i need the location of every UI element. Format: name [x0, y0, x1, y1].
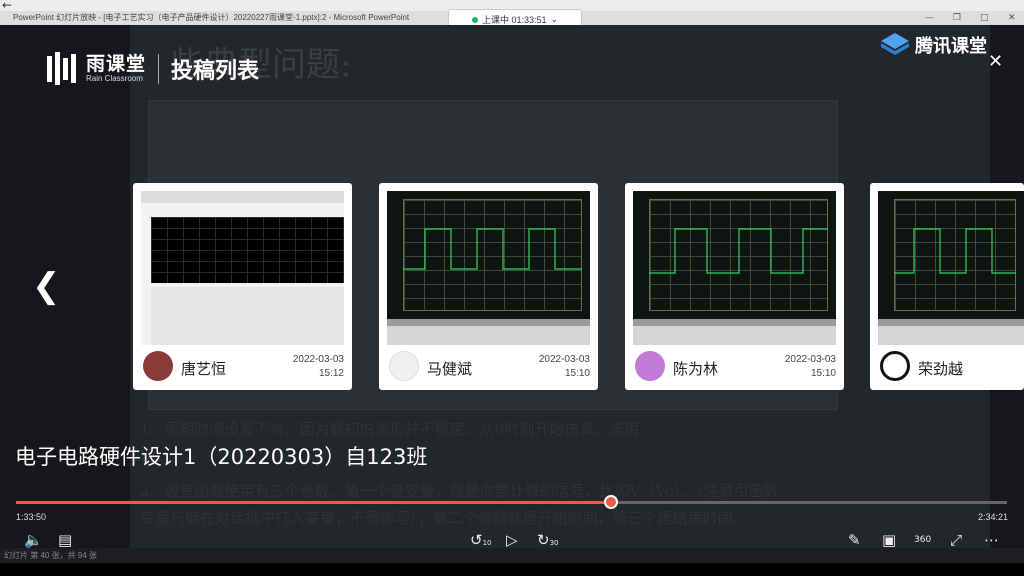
partner-name: 腾讯课堂	[915, 36, 987, 57]
progress-knob[interactable]	[603, 495, 618, 509]
prev-arrow-icon[interactable]: ❮	[32, 266, 61, 306]
slide-text-line: 2、设置函数使用有三个参数，第一个是变量，就是你要计算的信号，比如V（Vo），（…	[140, 482, 779, 500]
live-dot-icon	[471, 16, 478, 23]
submission-time: 15:12	[318, 368, 344, 379]
close-window-icon[interactable]: ✕	[1008, 13, 1016, 23]
divider	[158, 53, 160, 84]
submission-thumbnail	[387, 191, 590, 345]
submission-time: 15:10	[810, 368, 836, 379]
submission-thumbnail	[633, 191, 836, 345]
current-time: 1:33:50	[16, 512, 47, 522]
fullscreen-exit-icon[interactable]: ⤢	[950, 531, 962, 549]
pen-icon[interactable]: ✎	[848, 531, 861, 549]
progress-fill	[16, 501, 611, 504]
bottom-edge	[0, 563, 1024, 576]
slide-text-line: 变量只能在对话框中打入变量，不是你写）；第二个参数就是开始时间，第三个是结束时间…	[140, 509, 748, 527]
subtitle-icon[interactable]: ▤	[58, 531, 72, 549]
tencent-classroom-icon	[881, 33, 909, 55]
student-name: 陈为林	[673, 360, 719, 378]
screen-icon[interactable]: ▣	[882, 531, 896, 549]
total-time: 2:34:21	[977, 512, 1008, 522]
rain-classroom-mark-icon	[45, 52, 78, 85]
video-title: 电子电路硬件设计1（20220303）自123班	[15, 445, 428, 469]
submission-date: 2022-03-03	[784, 354, 836, 365]
submission-date: 2022-03-03	[292, 354, 344, 365]
slide-text-line: 1、周期时间设置不对，因为最初的波形并不稳定。从0时刻开始仿真，选用	[140, 420, 640, 438]
window-title: PowerPoint 幻灯片放映 - [电子工艺实习（电子产品硬件设计）2022…	[13, 13, 410, 22]
rewind-seconds: 10	[482, 539, 492, 547]
forward-seconds: 30	[549, 539, 559, 547]
avatar	[880, 351, 910, 381]
vr-360-label: 360	[914, 535, 932, 545]
tencent-classroom-logo: 腾讯课堂	[881, 32, 987, 58]
status-bar: 幻灯片 第 40 张，共 94 张	[0, 548, 1024, 563]
more-icon[interactable]: ⋯	[984, 531, 999, 549]
avatar	[143, 351, 173, 381]
avatar	[389, 351, 419, 381]
student-name: 马健斌	[427, 360, 473, 378]
page-title: 投稿列表	[171, 58, 260, 84]
close-icon[interactable]: ✕	[988, 51, 1003, 72]
submission-thumbnail	[878, 191, 1024, 345]
submission-thumbnail	[141, 191, 344, 345]
brand-name: 雨课堂	[86, 52, 147, 75]
chevron-down-icon: ⌄	[550, 14, 559, 24]
maximize-icon[interactable]: □	[980, 13, 989, 23]
student-name: 唐艺恒	[181, 360, 227, 378]
submission-date: 2022-03-03	[538, 354, 590, 365]
rain-classroom-logo: 雨课堂 Rain Classroom 投稿列表	[45, 52, 259, 85]
restore-icon[interactable]: ❐	[953, 13, 961, 23]
rewind-icon[interactable]: ↺10	[470, 531, 492, 549]
submission-card[interactable]: 马健斌 2022-03-03 15:10	[379, 183, 598, 390]
avatar	[635, 351, 665, 381]
submission-time: 15:10	[564, 368, 590, 379]
minimize-icon[interactable]: —	[925, 13, 934, 23]
forward-icon[interactable]: ↻30	[537, 531, 559, 549]
brand-subtitle: Rain Classroom	[86, 73, 143, 83]
slide-counter: 幻灯片 第 40 张，共 94 张	[4, 551, 97, 560]
submission-card[interactable]: 陈为林 2022-03-03 15:10	[625, 183, 844, 390]
volume-icon[interactable]: 🔈	[24, 531, 43, 549]
progress-bar[interactable]	[16, 495, 1007, 509]
vr-360-icon[interactable]: 360	[914, 535, 931, 545]
submission-card[interactable]: 唐艺恒 2022-03-03 15:12	[133, 183, 352, 390]
play-icon[interactable]: ▷	[506, 531, 518, 549]
submission-card[interactable]: 荣劲越	[870, 183, 1024, 390]
student-name: 荣劲越	[918, 360, 964, 378]
